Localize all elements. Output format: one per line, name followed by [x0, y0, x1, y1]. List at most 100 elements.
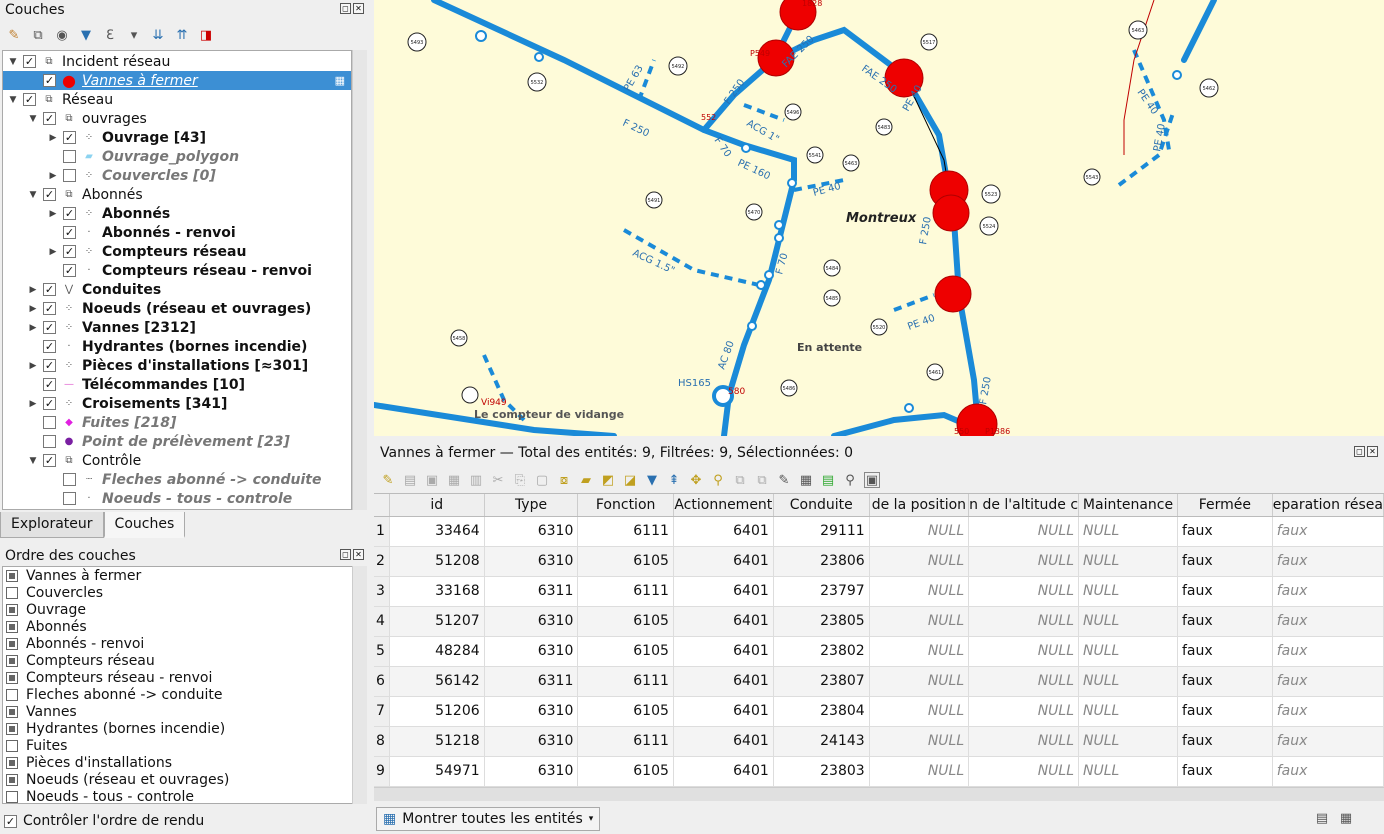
row-number[interactable]: 1 [374, 516, 390, 547]
remove-layer-icon[interactable]: ◨ [198, 27, 214, 43]
table-cell[interactable]: 6310 [484, 636, 579, 667]
order-item[interactable]: Noeuds (réseau et ouvrages) [3, 771, 366, 788]
layer-visibility-checkbox[interactable]: ✓ [43, 378, 56, 391]
table-row[interactable]: 4 51207 6310 6105 6401 23805 NULL NULL NULL faux f… [374, 606, 1384, 637]
checkbox[interactable]: ✓ [4, 814, 17, 828]
column-header[interactable]: Fonction [577, 494, 674, 517]
table-cell[interactable]: 23806 [773, 546, 870, 577]
table-cell[interactable]: NULL [869, 576, 970, 607]
table-cell[interactable]: 6310 [484, 546, 579, 577]
select-all-icon[interactable]: ▰ [578, 472, 594, 488]
layer-visibility-checkbox[interactable]: ✓ [43, 321, 56, 334]
table-cell[interactable]: 6401 [673, 666, 774, 697]
table-cell[interactable]: 33464 [389, 516, 485, 547]
order-checkbox[interactable] [6, 671, 18, 684]
close-icon[interactable]: ✕ [353, 3, 364, 14]
layer-row[interactable]: ┈ Fleches abonné -> conduite [3, 470, 322, 489]
table-cell[interactable]: 6111 [577, 516, 674, 547]
move-top-icon[interactable]: ⇞ [666, 472, 682, 488]
order-item[interactable]: Ouvrage [3, 601, 366, 618]
table-cell[interactable]: faux [1177, 546, 1273, 577]
table-row[interactable]: 9 54971 6310 6105 6401 23803 NULL NULL NULL faux f… [374, 756, 1384, 787]
table-cell[interactable]: faux [1177, 666, 1273, 697]
expand-all-icon[interactable]: ⇊ [150, 27, 166, 43]
map-svg[interactable]: 5493 5492 5532 5496 5517 5483 5541 5463 5491 5470… [374, 0, 1384, 436]
table-cell[interactable]: faux [1272, 516, 1384, 547]
table-cell[interactable]: 23797 [773, 576, 870, 607]
table-cell[interactable]: faux [1272, 606, 1384, 637]
layer-visibility-checkbox[interactable] [63, 150, 76, 163]
table-cell[interactable]: NULL [968, 696, 1080, 727]
row-number[interactable]: 7 [374, 696, 390, 727]
layer-row[interactable]: ▶ ✓ ⁘ Compteurs réseau [3, 242, 247, 261]
add-feature-icon[interactable]: ▦ [446, 472, 462, 488]
map-canvas[interactable]: 5493 5492 5532 5496 5517 5483 5541 5463 5491 5470… [374, 0, 1384, 436]
copy-icon[interactable]: ⎘ [512, 472, 528, 488]
table-view-icon[interactable]: ▦ [1338, 810, 1354, 826]
paste-icon[interactable]: ▢ [534, 472, 550, 488]
order-item[interactable]: Fuites [3, 737, 366, 754]
layer-row[interactable]: ▶ ✓ ⁘ Abonnés [3, 204, 171, 223]
table-cell[interactable]: faux [1272, 546, 1384, 577]
tree-scrollbar[interactable] [352, 50, 367, 510]
eye-icon[interactable]: ◉ [54, 27, 70, 43]
layer-row[interactable]: · Noeuds - tous - controle [3, 489, 292, 508]
chevron-right-icon[interactable]: ▶ [47, 171, 59, 181]
chevron-down-icon[interactable]: ▼ [7, 95, 19, 105]
order-checkbox[interactable] [6, 705, 18, 718]
tab-layers[interactable]: Couches [103, 512, 186, 538]
table-cell[interactable]: 6311 [484, 576, 579, 607]
order-item[interactable]: Couvercles [3, 584, 366, 601]
conditional-format-icon[interactable]: ▤ [820, 472, 836, 488]
table-cell[interactable]: 6105 [577, 546, 674, 577]
table-cell[interactable]: faux [1272, 726, 1384, 757]
chevron-right-icon[interactable]: ▶ [27, 323, 39, 333]
layer-row[interactable]: ▶ ✓ ⁘ Vannes [2312] [3, 318, 196, 337]
table-cell[interactable]: 6105 [577, 636, 674, 667]
table-cell[interactable]: NULL [1078, 666, 1178, 697]
table-cell[interactable]: 51207 [389, 606, 485, 637]
layer-visibility-checkbox[interactable]: ✓ [43, 74, 56, 87]
column-header[interactable]: Fermée [1177, 494, 1273, 517]
layer-row[interactable]: ▶ ✓ ⁘ Croisements [341] [3, 394, 228, 413]
column-header[interactable]: id [389, 494, 485, 517]
table-cell[interactable]: 6105 [577, 606, 674, 637]
layer-visibility-checkbox[interactable]: ✓ [63, 226, 76, 239]
filter-icon[interactable]: ▼ [644, 472, 660, 488]
order-item[interactable]: Hydrantes (bornes incendie) [3, 720, 366, 737]
table-cell[interactable]: faux [1177, 576, 1273, 607]
row-number[interactable]: 6 [374, 666, 390, 697]
layer-row[interactable]: ▼ ✓ ⧉ Réseau [3, 90, 114, 109]
layer-visibility-checkbox[interactable] [43, 416, 56, 429]
collapse-all-icon[interactable]: ⇈ [174, 27, 190, 43]
table-cell[interactable]: NULL [1078, 756, 1178, 787]
layer-row[interactable]: ✓ ● Vannes à fermer ▦ [3, 71, 351, 90]
layer-row[interactable]: ▶ ✓ ⁘ Ouvrage [43] [3, 128, 206, 147]
table-cell[interactable]: faux [1272, 756, 1384, 787]
layer-row[interactable]: ▶ ✓ ⋁ Conduites [3, 280, 162, 299]
row-number[interactable]: 2 [374, 546, 390, 577]
order-item[interactable]: Compteurs réseau - renvoi [3, 669, 366, 686]
layer-visibility-checkbox[interactable] [43, 435, 56, 448]
layer-visibility-checkbox[interactable]: ✓ [63, 131, 76, 144]
layer-visibility-checkbox[interactable]: ✓ [43, 112, 56, 125]
table-cell[interactable]: 51208 [389, 546, 485, 577]
table-cell[interactable]: NULL [869, 546, 970, 577]
table-cell[interactable]: 24143 [773, 726, 870, 757]
table-cell[interactable]: 6310 [484, 726, 579, 757]
table-cell[interactable]: 23803 [773, 756, 870, 787]
table-cell[interactable]: faux [1177, 756, 1273, 787]
column-header[interactable]: Maintenance [1078, 494, 1178, 517]
tab-explorer[interactable]: Explorateur [0, 512, 104, 538]
order-checkbox[interactable] [6, 654, 18, 667]
expression-filter-icon[interactable]: ℇ [102, 27, 118, 43]
delete-icon[interactable]: ▥ [468, 472, 484, 488]
layer-row[interactable]: ✓ — Télécommandes [10] [3, 375, 245, 394]
table-row[interactable]: 5 48284 6310 6105 6401 23802 NULL NULL NULL faux f… [374, 636, 1384, 667]
layer-row[interactable]: ▰ Ouvrage_polygon [3, 147, 239, 166]
table-cell[interactable]: 6401 [673, 696, 774, 727]
layer-visibility-checkbox[interactable]: ✓ [43, 454, 56, 467]
table-cell[interactable]: 23807 [773, 666, 870, 697]
order-checkbox[interactable] [6, 569, 18, 582]
table-cell[interactable]: 48284 [389, 636, 485, 667]
